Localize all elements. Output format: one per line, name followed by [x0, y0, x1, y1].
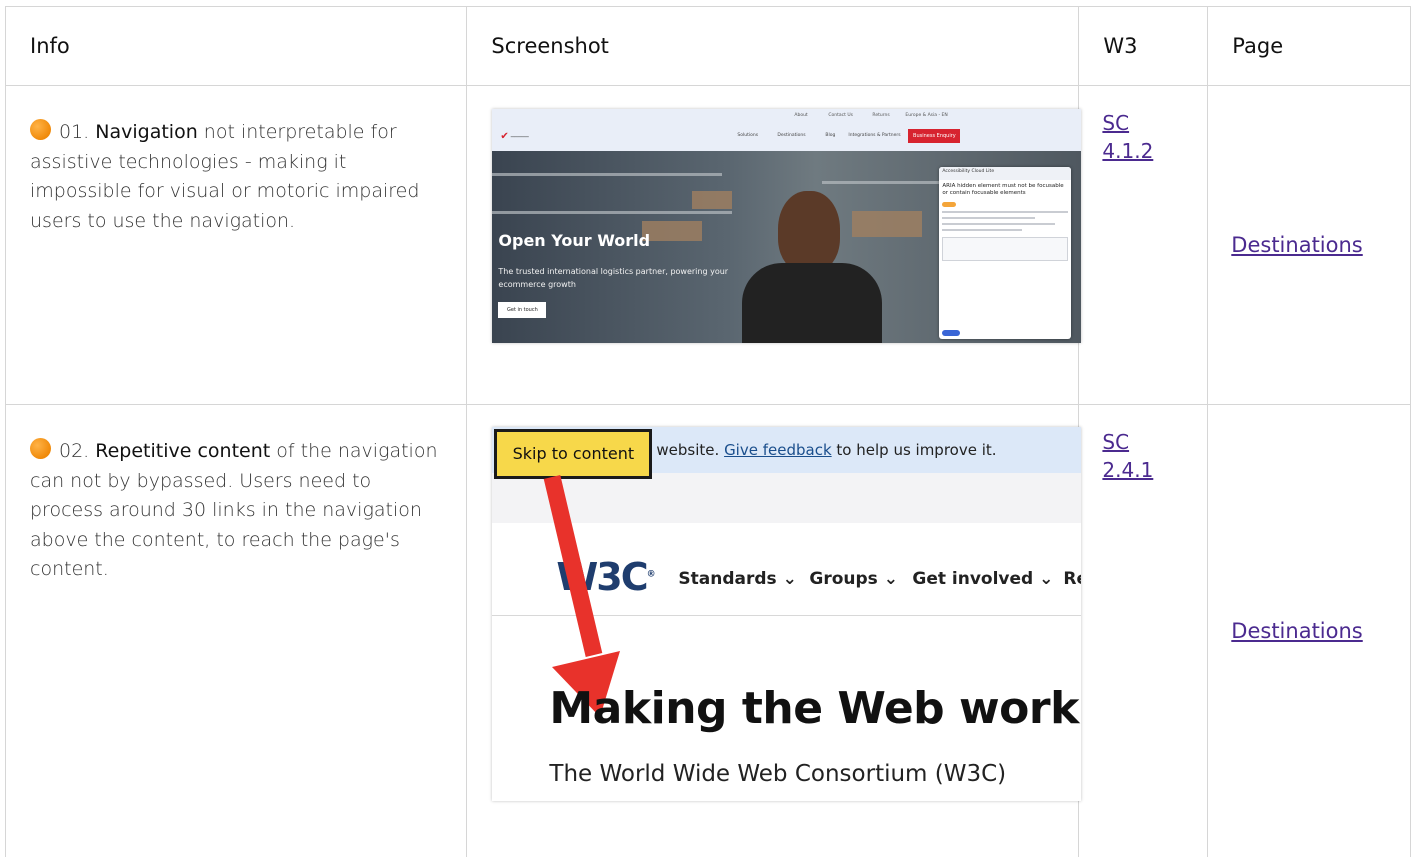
util-link: Contact Us: [828, 113, 853, 118]
util-link: About: [794, 113, 807, 118]
audit-table: Info Screenshot W3 Page 01. Navigation n…: [5, 6, 1411, 857]
destinations-link[interactable]: Destinations: [1231, 619, 1362, 643]
nav-link: Blog: [825, 133, 835, 138]
header-row: Info Screenshot W3 Page: [6, 7, 1411, 86]
issue-number: 01.: [59, 121, 89, 143]
business-enquiry-button: Business Enquiry: [908, 129, 960, 143]
nav-link: Integrations & Partners: [848, 133, 900, 138]
site-header: ✔ ───── About Contact Us Returns Europe …: [492, 109, 1081, 151]
sc-link[interactable]: SC4.1.2: [1102, 111, 1153, 163]
table-row: 01. Navigation not interpretable for ass…: [6, 86, 1411, 405]
site-logo: ✔ ─────: [500, 131, 528, 142]
hero-title: Open Your World: [498, 231, 650, 250]
info-cell: 01. Navigation not interpretable for ass…: [6, 86, 467, 405]
table-row: 02. Repetitive content of the navigation…: [6, 405, 1411, 857]
destinations-link[interactable]: Destinations: [1231, 233, 1362, 257]
page-cell: Destinations: [1208, 405, 1411, 857]
page-cell: Destinations: [1208, 86, 1411, 405]
sc-link[interactable]: SC2.4.1: [1102, 430, 1153, 482]
w3-cell: SC4.1.2: [1079, 86, 1208, 405]
util-link: Returns: [872, 113, 889, 118]
header-screenshot: Screenshot: [467, 7, 1079, 86]
panel-message: ARIA hidden element must not be focusabl…: [939, 180, 1071, 200]
red-arrow-icon: [492, 427, 1081, 801]
w3-cell: SC2.4.1: [1079, 405, 1208, 857]
page-heading: Making the Web work: [549, 683, 1078, 734]
severity-dot-icon: [30, 438, 51, 459]
nav-link: Solutions: [737, 133, 758, 138]
hero-subtitle: The trusted international logistics part…: [498, 265, 768, 291]
nav-link: Destinations: [777, 133, 805, 138]
issue-keyword: Navigation: [95, 121, 197, 143]
severity-dot-icon: [30, 119, 51, 140]
person-image: [778, 191, 840, 273]
screenshot-navigation: ✔ ───── About Contact Us Returns Europe …: [492, 109, 1081, 343]
accessibility-panel: Accessibility Cloud Lite ARIA hidden ele…: [939, 167, 1071, 339]
page-subheading: The World Wide Web Consortium (W3C): [549, 761, 1006, 787]
header-info: Info: [6, 7, 467, 86]
screenshot-skip-link: website. Give feedback to help us improv…: [492, 427, 1081, 801]
get-in-touch-button: Get in touch: [498, 302, 546, 318]
header-page: Page: [1208, 7, 1411, 86]
panel-title: Accessibility Cloud Lite: [939, 167, 1071, 180]
info-cell: 02. Repetitive content of the navigation…: [6, 405, 467, 857]
util-link: Europe & Asia - EN: [905, 113, 947, 118]
issue-keyword: Repetitive content: [95, 440, 270, 462]
issue-number: 02.: [59, 440, 89, 462]
header-w3: W3: [1079, 7, 1208, 86]
screenshot-cell: ✔ ───── About Contact Us Returns Europe …: [467, 86, 1079, 405]
screenshot-cell: website. Give feedback to help us improv…: [467, 405, 1079, 857]
issue-description: not interpretable for assistive technolo…: [30, 121, 419, 232]
